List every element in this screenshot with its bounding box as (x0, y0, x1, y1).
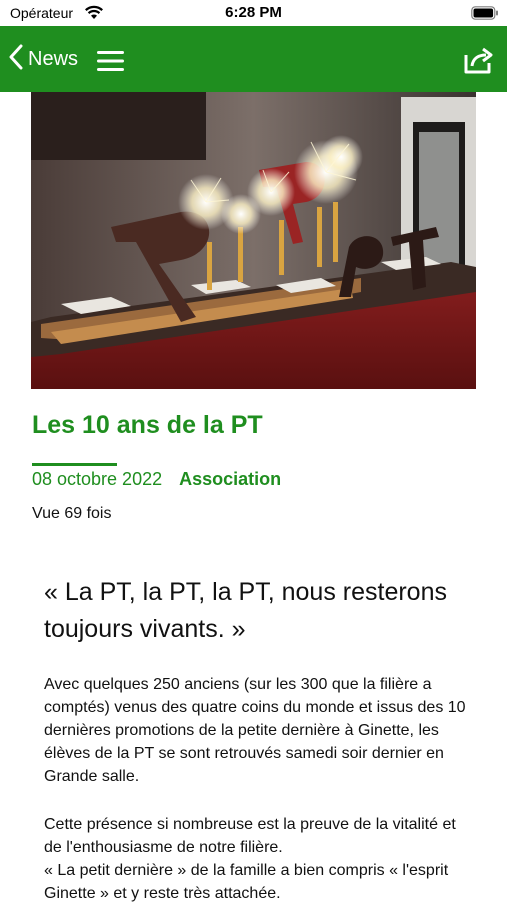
view-count: Vue 69 fois (32, 505, 112, 522)
share-icon[interactable] (463, 46, 495, 79)
article-paragraph: Avec quelques 250 anciens (sur les 300 q… (44, 676, 466, 785)
article-meta: 08 octobre 2022 Association (32, 469, 281, 490)
title-underline (32, 463, 117, 466)
status-time: 6:28 PM (225, 4, 282, 21)
article-photo (31, 92, 476, 389)
article-quote: « La PT, la PT, la PT, nous resterons to… (44, 578, 447, 643)
chevron-left-icon (8, 44, 24, 75)
hamburger-menu-icon[interactable] (97, 50, 124, 77)
paragraph-line: « La petit dernière » de la famille a bi… (44, 862, 449, 902)
status-bar: Opérateur 6:28 PM (0, 0, 507, 26)
article-title: Les 10 ans de la PT (32, 411, 263, 439)
paragraph-line: Cette présence si nombreuse est la preuv… (44, 816, 456, 856)
article-date: 08 octobre 2022 (32, 469, 163, 489)
battery-icon (471, 6, 499, 25)
article-category-link[interactable]: Association (179, 469, 281, 489)
navigation-bar: News (0, 26, 507, 92)
article-paragraph: Cette présence si nombreuse est la preuv… (44, 813, 474, 905)
back-button[interactable]: News (8, 43, 78, 75)
back-label: News (28, 47, 79, 70)
